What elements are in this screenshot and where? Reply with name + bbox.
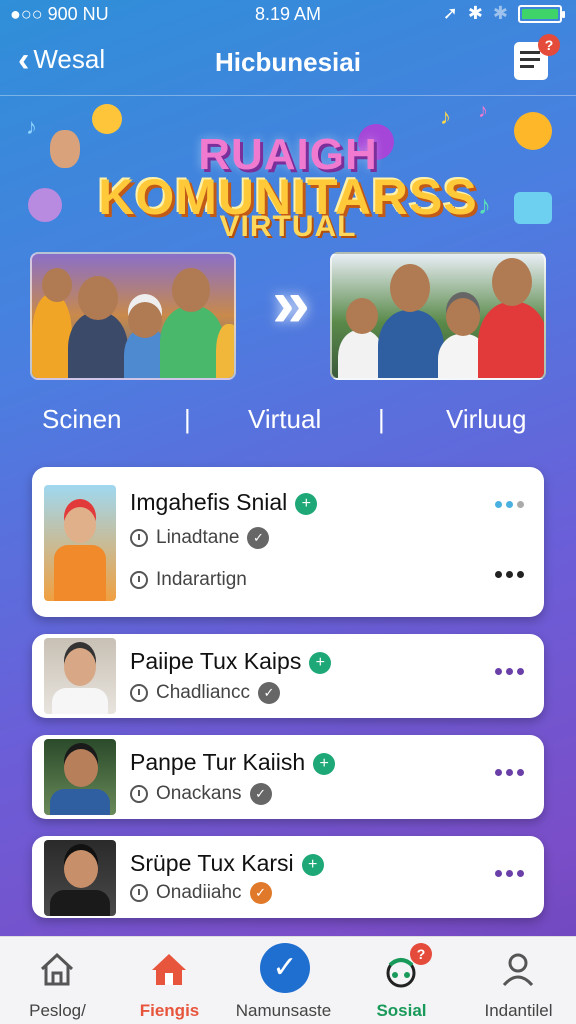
clock-icon bbox=[130, 684, 148, 702]
nav-item-sosial[interactable]: ? Sosial bbox=[344, 937, 459, 1024]
community-photo-before bbox=[30, 252, 236, 380]
bluetooth-icon: ✱ bbox=[467, 3, 483, 23]
music-note-icon: ♪ bbox=[478, 100, 488, 122]
bottom-nav: Peslog/ Fiengis ✓ Namunsaste ? Sosial In… bbox=[0, 936, 576, 1024]
nav-label: Indantilel bbox=[484, 1001, 553, 1020]
notifications-button[interactable]: ? bbox=[514, 34, 560, 80]
tab-virluug[interactable]: Virluug bbox=[446, 404, 526, 435]
nav-badge: ? bbox=[410, 943, 432, 965]
app-header: ‹ Wesal Hicbunesiai ? bbox=[0, 30, 576, 96]
add-friend-icon[interactable]: + bbox=[313, 753, 336, 775]
nav-label: Sosial bbox=[376, 1001, 427, 1020]
tab-scinen[interactable]: Scinen bbox=[42, 404, 122, 435]
more-options-button[interactable] bbox=[495, 501, 524, 508]
member-card[interactable]: Srüpe Tux Karsi + Onadiiahc ✓ bbox=[32, 836, 544, 918]
member-card[interactable]: Paiipe Tux Kaips + Chadliancc ✓ bbox=[32, 634, 544, 718]
status-bar: ●○○ 900 NU 8.19 AM ➚ ✱ ✱ bbox=[0, 0, 576, 28]
bluetooth-dim-icon: ✱ bbox=[492, 3, 508, 23]
verified-icon: ✓ bbox=[258, 682, 280, 704]
home-outline-icon bbox=[40, 952, 74, 986]
tab-separator: | bbox=[184, 404, 191, 434]
double-chevron-right-icon: » bbox=[272, 265, 310, 341]
hero-title-line3: VIRTUAL bbox=[219, 210, 357, 243]
add-friend-icon[interactable]: + bbox=[301, 854, 324, 876]
check-circle-icon: ✓ bbox=[260, 943, 310, 993]
avatar bbox=[44, 638, 116, 714]
add-friend-icon[interactable]: + bbox=[295, 493, 318, 515]
more-options-button[interactable] bbox=[495, 571, 524, 578]
location-icon: ➚ bbox=[442, 3, 458, 23]
member-card[interactable]: Imgahefis Snial + Linadtane ✓ Indarartign bbox=[32, 467, 544, 617]
clock-icon bbox=[130, 785, 148, 803]
add-friend-icon[interactable]: + bbox=[309, 652, 332, 674]
more-options-button[interactable] bbox=[495, 870, 524, 877]
nav-label: Peslog/ bbox=[29, 1001, 86, 1020]
nav-label: Namunsaste bbox=[235, 1001, 332, 1020]
status-icons: ➚ ✱ ✱ bbox=[442, 3, 565, 24]
member-name: Srüpe Tux Karsi bbox=[130, 850, 294, 876]
member-name-row: Paiipe Tux Kaips + bbox=[130, 648, 332, 675]
member-name: Paiipe Tux Kaips bbox=[130, 648, 302, 674]
more-options-button[interactable] bbox=[495, 769, 524, 776]
avatar bbox=[44, 485, 116, 601]
page-title: Hicbunesiai bbox=[215, 47, 361, 77]
member-status: Onadiiahc bbox=[156, 882, 242, 903]
person-icon bbox=[502, 953, 534, 987]
member-name: Panpe Tur Kaiish bbox=[130, 749, 306, 775]
verified-icon: ✓ bbox=[249, 882, 272, 904]
notification-badge: ? bbox=[538, 34, 560, 56]
music-note-icon: ♪ bbox=[440, 104, 451, 129]
clock-icon bbox=[130, 529, 148, 547]
tab-virtual[interactable]: Virtual bbox=[248, 404, 321, 435]
member-status: Linadtane bbox=[156, 527, 240, 548]
member-activity: Indarartign bbox=[156, 569, 247, 590]
hero-banner: ♪ ♪ ♪ ♪ RUAIGH KOMUNITARSS VIRTUAL bbox=[0, 100, 576, 250]
home-filled-icon bbox=[152, 954, 186, 985]
tab-bar: Scinen | Virtual | Virluug bbox=[0, 404, 576, 444]
avatar bbox=[44, 840, 116, 916]
more-options-button[interactable] bbox=[495, 668, 524, 675]
nav-item-peslog[interactable]: Peslog/ bbox=[0, 937, 115, 1024]
clock-icon bbox=[130, 571, 148, 589]
member-card[interactable]: Panpe Tur Kaiish + Onackans ✓ bbox=[32, 735, 544, 819]
clock-icon bbox=[130, 884, 148, 902]
verified-icon: ✓ bbox=[247, 527, 270, 549]
tab-separator: | bbox=[378, 404, 385, 434]
nav-label: Fiengis bbox=[139, 1001, 200, 1020]
community-photo-after bbox=[330, 252, 546, 380]
member-status: Chadliancc bbox=[156, 682, 250, 703]
battery-icon bbox=[518, 4, 565, 23]
verified-icon: ✓ bbox=[249, 783, 272, 805]
member-status: Onackans bbox=[156, 783, 242, 804]
avatar bbox=[44, 739, 116, 815]
member-name: Imgahefis Snial bbox=[130, 489, 288, 515]
nav-item-indantilel[interactable]: Indantilel bbox=[461, 937, 576, 1024]
nav-item-namunsaste[interactable]: ✓ Namunsaste bbox=[226, 937, 341, 1024]
nav-item-fiengis[interactable]: Fiengis bbox=[112, 937, 227, 1024]
